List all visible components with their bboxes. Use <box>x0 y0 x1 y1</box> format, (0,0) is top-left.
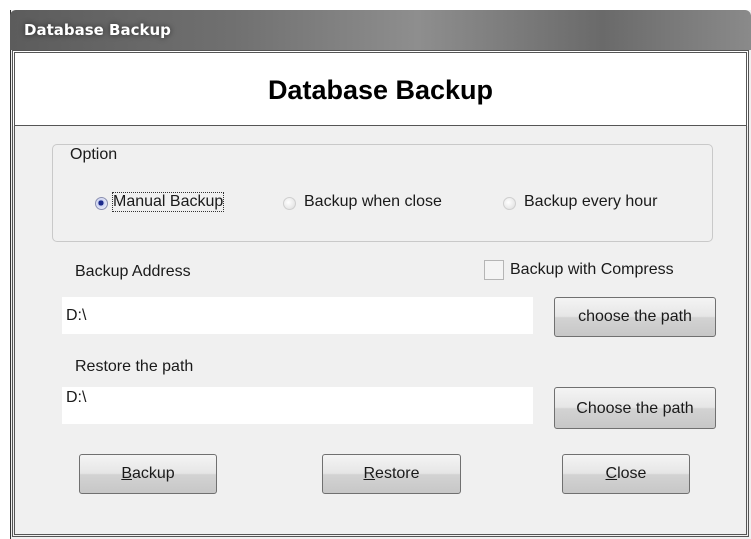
radio-label-backup-when-close[interactable]: Backup when close <box>304 193 442 211</box>
close-button[interactable]: Close <box>562 454 690 494</box>
button-label: Choose the path <box>576 400 694 417</box>
radio-button-icon[interactable] <box>503 197 516 210</box>
radio-label-manual-backup[interactable]: Manual Backup <box>111 192 225 212</box>
compress-checkbox[interactable] <box>484 260 504 280</box>
button-label: Close <box>605 465 647 482</box>
radio-button-icon[interactable] <box>283 197 296 210</box>
restore-path-field[interactable]: D:\ <box>62 387 533 424</box>
window-title: Database Backup <box>24 21 171 39</box>
radio-label-backup-every-hour[interactable]: Backup every hour <box>524 193 657 211</box>
choose-backup-path-button[interactable]: choose the path <box>554 297 716 337</box>
restore-path-label: Restore the path <box>75 358 194 375</box>
page-title: Database Backup <box>267 75 494 105</box>
backup-address-label: Backup Address <box>75 263 191 280</box>
header-panel: Database Backup <box>12 50 749 128</box>
button-label: Restore <box>363 465 420 482</box>
compress-checkbox-label[interactable]: Backup with Compress <box>510 261 674 279</box>
backup-button[interactable]: Backup <box>79 454 217 494</box>
title-bar[interactable]: Database Backup <box>10 10 751 50</box>
restore-button[interactable]: Restore <box>322 454 461 494</box>
radio-button-icon[interactable] <box>95 197 108 210</box>
button-label: Backup <box>121 465 175 482</box>
choose-restore-path-button[interactable]: Choose the path <box>554 387 716 429</box>
backup-path-field[interactable]: D:\ <box>62 297 533 334</box>
button-label: choose the path <box>578 308 692 325</box>
option-group-legend: Option <box>68 146 120 164</box>
